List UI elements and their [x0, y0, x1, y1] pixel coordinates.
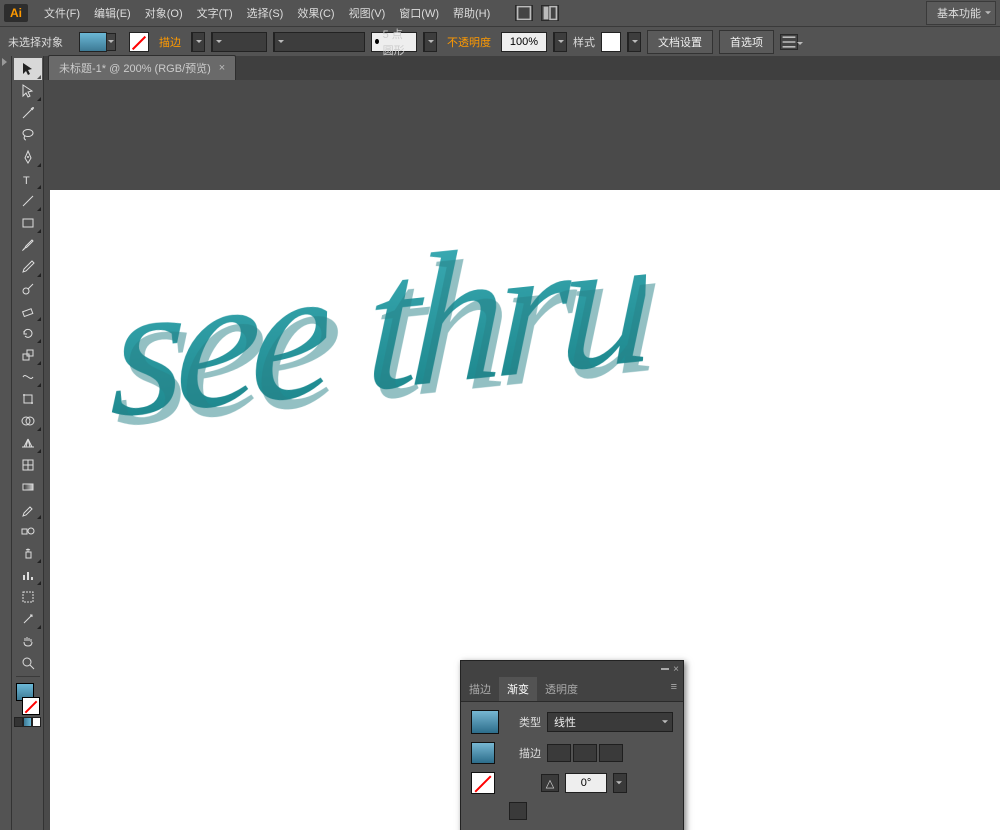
gradient-tool[interactable]	[14, 476, 42, 498]
panel-tabs: 描边 渐变 透明度 ≡	[461, 677, 683, 702]
collapse-icon[interactable]	[661, 668, 669, 670]
magic-wand-tool[interactable]	[14, 102, 42, 124]
tab-stroke[interactable]: 描边	[461, 677, 499, 701]
panel-stroke-swatch[interactable]	[471, 772, 495, 794]
panel-stroke-label: 描边	[507, 745, 541, 761]
gradient-panel[interactable]: × 描边 渐变 透明度 ≡ 类型 线性	[460, 660, 684, 830]
menu-edit[interactable]: 编辑(E)	[88, 2, 137, 24]
column-graph-tool[interactable]	[14, 564, 42, 586]
shape-builder-tool[interactable]	[14, 410, 42, 432]
tab-close-icon[interactable]: ×	[219, 62, 225, 74]
perspective-grid-tool[interactable]	[14, 432, 42, 454]
paintbrush-tool[interactable]	[14, 234, 42, 256]
scale-tool[interactable]	[14, 344, 42, 366]
panel-body: 类型 线性 描边	[461, 702, 683, 830]
angle-dropdown[interactable]	[613, 773, 627, 793]
slice-tool[interactable]	[14, 608, 42, 630]
expand-arrow-icon	[2, 58, 7, 66]
direct-selection-tool[interactable]	[14, 80, 42, 102]
fill-stroke-indicator[interactable]	[14, 683, 42, 715]
gradient-type-select[interactable]: 线性	[547, 712, 673, 732]
menu-window[interactable]: 窗口(W)	[393, 2, 445, 24]
stroke-profile-input[interactable]: 5 点圆形	[371, 32, 417, 52]
doc-setup-button[interactable]: 文档设置	[647, 30, 713, 54]
stroke-weight-stepper[interactable]	[191, 32, 205, 52]
panel-header[interactable]: ×	[461, 661, 683, 677]
selection-tool[interactable]	[14, 58, 42, 80]
fill-dropdown-icon[interactable]	[106, 33, 116, 51]
dot-icon	[375, 39, 379, 44]
menu-file[interactable]: 文件(F)	[38, 2, 86, 24]
artboard-tool[interactable]	[14, 586, 42, 608]
eyedropper-tool[interactable]	[14, 498, 42, 520]
stroke-label: 描边	[159, 34, 181, 50]
panel-fill-swatch[interactable]	[471, 742, 495, 764]
control-bar: 未选择对象 描边 5 点圆形 不透明度 100% 样式 文档设置 首选项	[0, 26, 1000, 56]
opacity-label: 不透明度	[447, 34, 491, 50]
stroke-gradient-buttons[interactable]	[547, 744, 623, 762]
hand-tool[interactable]	[14, 630, 42, 652]
brush-def-dropdown[interactable]	[273, 32, 365, 52]
pen-tool[interactable]	[14, 146, 42, 168]
menu-effect[interactable]: 效果(C)	[291, 2, 340, 24]
style-label: 样式	[573, 34, 595, 50]
stroke-swatch[interactable]	[129, 32, 149, 52]
align-flyout-icon[interactable]	[780, 34, 798, 50]
canvas-viewport[interactable]: seethru × 描边 渐变 透明度 ≡	[44, 80, 1000, 830]
blend-tool[interactable]	[14, 520, 42, 542]
artwork-text: seethru	[109, 223, 649, 429]
stroke-profile-dropdown[interactable]	[423, 32, 437, 52]
free-transform-tool[interactable]	[14, 388, 42, 410]
pencil-tool[interactable]	[14, 256, 42, 278]
color-mode-strip[interactable]	[14, 717, 42, 729]
eraser-tool[interactable]	[14, 300, 42, 322]
line-tool[interactable]	[14, 190, 42, 212]
selection-status: 未选择对象	[8, 34, 63, 50]
menu-object[interactable]: 对象(O)	[139, 2, 189, 24]
tab-transparency[interactable]: 透明度	[537, 677, 586, 701]
aspect-lock-icon[interactable]	[509, 802, 527, 820]
menu-type[interactable]: 文字(T)	[191, 2, 239, 24]
app-logo: Ai	[4, 4, 28, 22]
screen-mode-icon[interactable]	[541, 5, 559, 21]
mesh-tool[interactable]	[14, 454, 42, 476]
document-tab[interactable]: 未标题-1* @ 200% (RGB/预览) ×	[48, 55, 236, 80]
blob-brush-tool[interactable]	[14, 278, 42, 300]
lasso-tool[interactable]	[14, 124, 42, 146]
type-tool[interactable]: T	[14, 168, 42, 190]
workspace-switcher[interactable]: 基本功能	[926, 1, 996, 25]
tab-gradient[interactable]: 渐变	[499, 677, 537, 701]
zoom-tool[interactable]	[14, 652, 42, 674]
document-tabbar: 未标题-1* @ 200% (RGB/预览) ×	[44, 56, 1000, 80]
angle-icon: △	[541, 774, 559, 792]
panel-close-icon[interactable]: ×	[673, 664, 679, 675]
rectangle-tool[interactable]	[14, 212, 42, 234]
opacity-input[interactable]: 100%	[501, 32, 547, 52]
left-dock-strip[interactable]	[0, 56, 12, 830]
angle-input[interactable]: 0°	[565, 773, 607, 793]
rotate-tool[interactable]	[14, 322, 42, 344]
main-area: T 未标题-1* @ 200% (RGB/预览) ×	[0, 56, 1000, 830]
opacity-dropdown[interactable]	[553, 32, 567, 52]
toolbox: T	[12, 56, 44, 830]
type-label: 类型	[507, 714, 541, 730]
menu-bar: Ai 文件(F) 编辑(E) 对象(O) 文字(T) 选择(S) 效果(C) 视…	[0, 0, 1000, 26]
style-dropdown[interactable]	[627, 32, 641, 52]
document-area: 未标题-1* @ 200% (RGB/预览) × seethru × 描边 渐变…	[44, 56, 1000, 830]
graphic-style-swatch[interactable]	[601, 32, 621, 52]
menu-select[interactable]: 选择(S)	[241, 2, 290, 24]
stroke-box-icon[interactable]	[22, 697, 40, 715]
preferences-button[interactable]: 首选项	[719, 30, 774, 54]
menu-help[interactable]: 帮助(H)	[447, 2, 496, 24]
width-tool[interactable]	[14, 366, 42, 388]
panel-menu-icon[interactable]: ≡	[665, 677, 683, 701]
arrange-docs-icon[interactable]	[515, 5, 533, 21]
svg-text:T: T	[23, 175, 30, 187]
document-tab-title: 未标题-1* @ 200% (RGB/预览)	[59, 60, 211, 76]
fill-swatch[interactable]	[79, 32, 107, 52]
stroke-weight-dropdown[interactable]	[211, 32, 267, 52]
symbol-sprayer-tool[interactable]	[14, 542, 42, 564]
menu-view[interactable]: 视图(V)	[343, 2, 392, 24]
gradient-preview-swatch[interactable]	[471, 710, 499, 734]
